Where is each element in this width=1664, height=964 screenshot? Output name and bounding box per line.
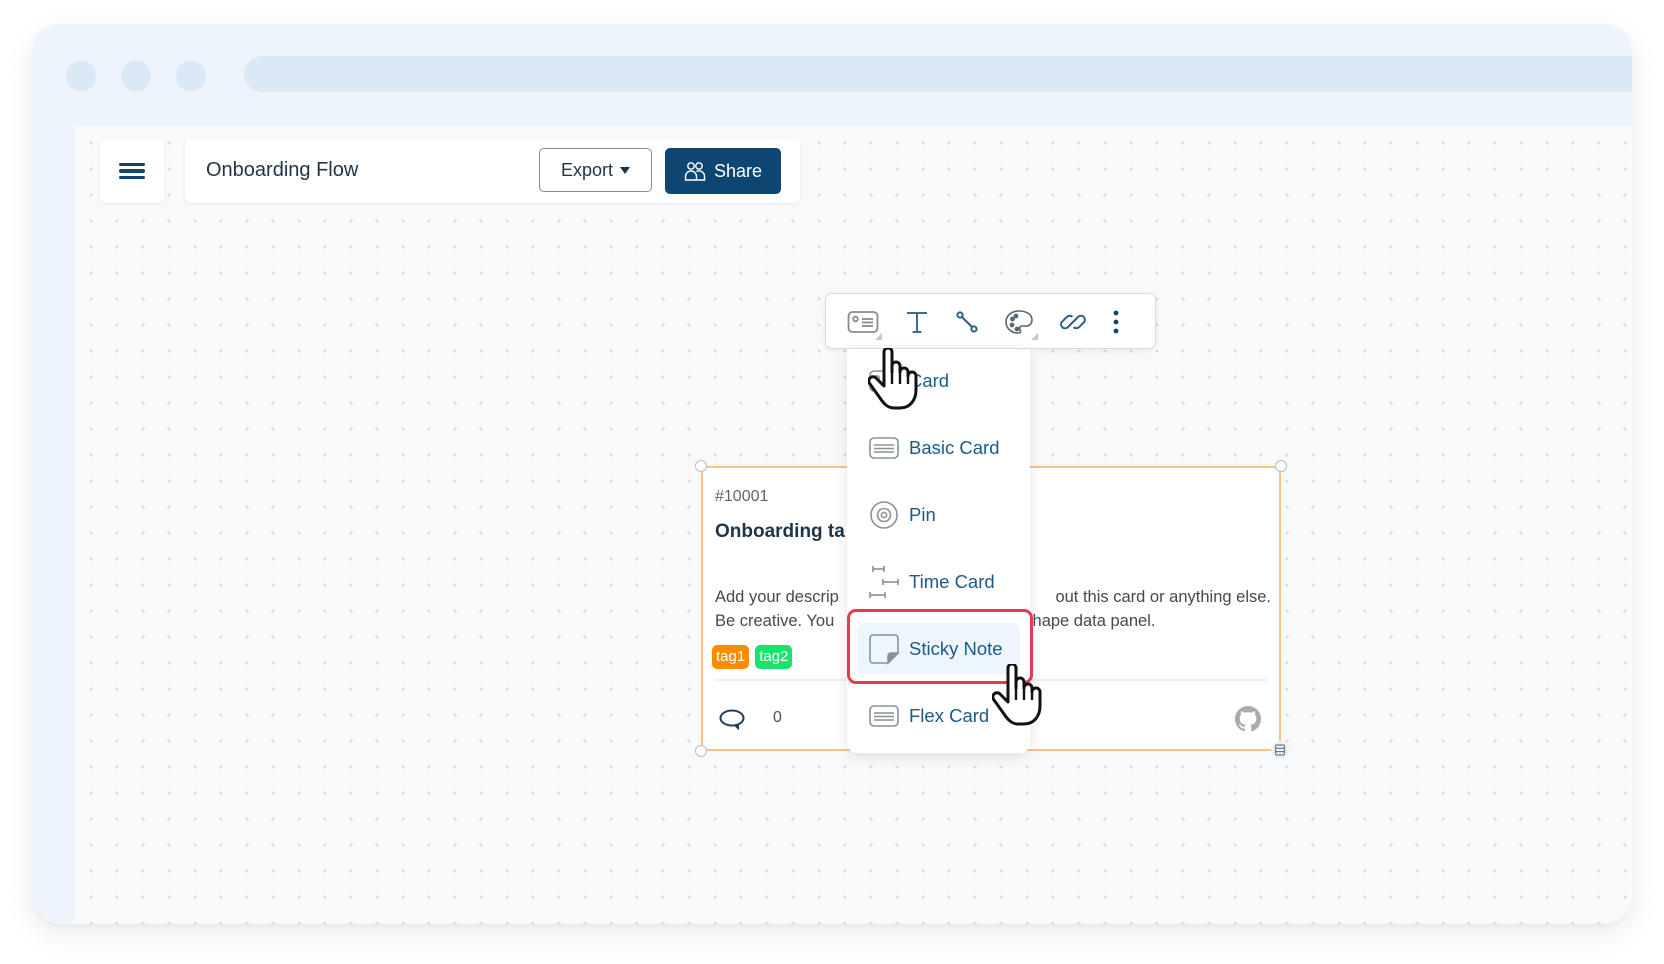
link-icon: [1060, 314, 1086, 330]
comment-count: 0: [773, 709, 782, 726]
toolbar-link-button[interactable]: [1056, 306, 1090, 338]
menu-item-label: Pin: [909, 504, 936, 525]
toolbar-color-button[interactable]: [1002, 306, 1038, 340]
resize-handle-top-right[interactable]: [1275, 460, 1287, 472]
menu-item-label: Basic Card: [909, 437, 1000, 458]
palette-icon: [1005, 310, 1033, 334]
document-header: Onboarding Flow Export Share: [185, 139, 800, 203]
submenu-indicator-icon: [1031, 333, 1038, 340]
tag-badge[interactable]: tag1: [712, 645, 750, 669]
submenu-indicator-icon: [875, 333, 882, 340]
menu-item-flex-card[interactable]: Flex Card: [857, 690, 1020, 742]
resize-handle-bottom-left[interactable]: [695, 745, 707, 757]
flex-card-icon: [867, 699, 901, 733]
menu-item-sticky-note[interactable]: Sticky Note: [857, 623, 1020, 675]
shape-data-icon[interactable]: [1271, 741, 1289, 759]
tag-badge[interactable]: tag2: [755, 645, 793, 669]
card-icon: [867, 364, 901, 398]
shape-toolbar: [825, 293, 1156, 349]
window-maximize-dot[interactable]: [176, 61, 206, 91]
menu-item-pin[interactable]: Pin: [857, 489, 1020, 541]
connector-icon: [956, 311, 978, 333]
text-icon: [907, 312, 927, 333]
toolbar-text-button[interactable]: [900, 306, 934, 338]
menu-item-label: Card: [909, 370, 950, 391]
caret-down-icon: [620, 166, 631, 174]
address-bar[interactable]: [244, 56, 1632, 92]
toolbar-card-shape-button[interactable]: [846, 306, 882, 340]
basic-card-icon: [867, 431, 901, 465]
menu-item-label: Flex Card: [909, 705, 990, 726]
tag-list: tag1 tag2: [712, 645, 793, 669]
description-line2-right: shape data panel.: [1024, 612, 1156, 630]
menu-item-basic-card[interactable]: Basic Card: [857, 422, 1020, 474]
sticky-note-icon: [867, 632, 901, 666]
window-minimize-dot[interactable]: [121, 61, 151, 91]
resize-handle-top-left[interactable]: [695, 460, 707, 472]
menu-item-time-card[interactable]: Time Card: [857, 556, 1020, 608]
export-button[interactable]: Export: [539, 148, 652, 192]
share-button[interactable]: Share: [665, 148, 781, 194]
comment-icon[interactable]: [719, 708, 745, 730]
more-vertical-icon: [1113, 310, 1119, 334]
window-close-dot[interactable]: [66, 61, 96, 91]
card-icon: [847, 311, 879, 333]
toolbar-connector-button[interactable]: [950, 306, 984, 338]
pin-icon: [867, 498, 901, 532]
toolbar-more-button[interactable]: [1106, 306, 1126, 338]
menu-item-label: Time Card: [909, 571, 995, 592]
description-line1-right: out this card or anything else.: [1055, 588, 1271, 606]
description-line2-left: Be creative. You: [715, 612, 835, 630]
menu-item-label: Sticky Note: [909, 638, 1003, 659]
github-icon[interactable]: [1235, 706, 1261, 732]
menu-item-card[interactable]: Card: [857, 355, 1020, 407]
description-line1-left: Add your descrip: [715, 588, 839, 606]
users-icon: [684, 162, 706, 181]
time-card-icon: [867, 565, 901, 599]
card-title[interactable]: Onboarding ta: [715, 521, 845, 543]
hamburger-menu-icon: [119, 160, 145, 183]
export-label: Export: [560, 159, 614, 180]
shape-type-menu: Card Basic Card Pin Time Card Sticky Not…: [847, 349, 1030, 753]
share-label: Share: [713, 160, 763, 181]
document-title[interactable]: Onboarding Flow: [206, 159, 358, 182]
main-menu-button[interactable]: [100, 139, 164, 203]
card-id: #10001: [715, 488, 769, 505]
